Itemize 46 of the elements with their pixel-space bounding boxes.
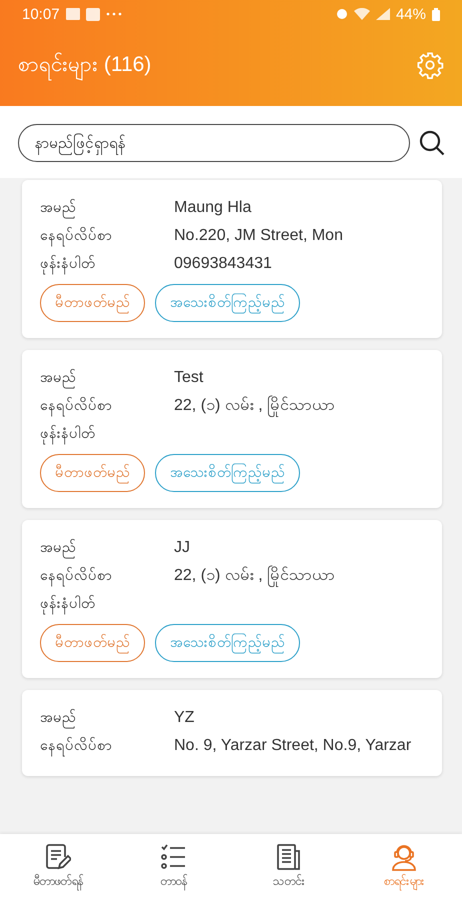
- field-value: 22, (၁) လမ်း , မြိုင်သာယာ: [174, 394, 336, 418]
- wifi-icon: [354, 8, 370, 20]
- field-label: နေရပ်လိပ်စာ: [40, 566, 174, 586]
- alarm-icon: [336, 8, 348, 20]
- notification-icon: [86, 8, 100, 20]
- newspaper-icon: [276, 843, 302, 871]
- search-icon[interactable]: [418, 129, 446, 157]
- search-field[interactable]: နာမည်ဖြင့်ရှာရန်: [18, 124, 410, 162]
- field-label: အမည်: [40, 538, 174, 558]
- image-icon: [66, 8, 80, 20]
- checklist-icon: [160, 843, 186, 871]
- battery-percent: 44%: [396, 6, 426, 22]
- page-title: စာရင်းများ (116): [18, 50, 152, 80]
- field-value: 09693843431: [174, 255, 272, 273]
- read-meter-button[interactable]: မီတာဖတ်မည်: [40, 284, 145, 322]
- nav-tab[interactable]: တာဝန်: [116, 834, 231, 900]
- field-label: နေရပ်လိပ်စာ: [40, 396, 174, 416]
- view-details-button[interactable]: အသေးစိတ်ကြည့်မည်: [155, 284, 300, 322]
- view-details-button[interactable]: အသေးစိတ်ကြည့်မည်: [155, 454, 300, 492]
- field-label: အမည်: [40, 708, 174, 728]
- field-value: 22, (၁) လမ်း , မြိုင်သာယာ: [174, 564, 336, 588]
- field-label: ဖုန်းနံပါတ်: [40, 424, 174, 444]
- field-label: ဖုန်းနံပါတ်: [40, 594, 174, 614]
- battery-icon: [432, 8, 440, 20]
- field-value: Maung Hla: [174, 199, 252, 217]
- nav-tab[interactable]: သတင်း: [231, 834, 346, 900]
- nav-tab[interactable]: စာရင်းများ: [346, 834, 462, 900]
- headset-person-icon: [390, 843, 418, 871]
- field-label: နေရပ်လိပ်စာ: [40, 226, 174, 246]
- read-meter-button[interactable]: မီတာဖတ်မည်: [40, 454, 145, 492]
- field-value: No. 9, Yarzar Street, No.9, Yarzar: [174, 737, 412, 755]
- view-details-button[interactable]: အသေးစိတ်ကြည့်မည်: [155, 624, 300, 662]
- field-label: နေရပ်လိပ်စာ: [40, 736, 174, 756]
- field-value: No.220, JM Street, Mon: [174, 227, 343, 245]
- field-label: အမည်: [40, 198, 174, 218]
- clock-time: 10:07: [22, 6, 60, 22]
- signal-icon: [376, 8, 390, 20]
- read-meter-button[interactable]: မီတာဖတ်မည်: [40, 624, 145, 662]
- nav-tab[interactable]: မီတာဖတ်ရန်: [0, 834, 116, 900]
- field-value: YZ: [174, 709, 194, 727]
- field-value: Test: [174, 369, 204, 387]
- more-icon: [106, 12, 122, 16]
- note-pencil-icon: [44, 843, 71, 871]
- field-value: JJ: [174, 539, 190, 557]
- field-label: ဖုန်းနံပါတ်: [40, 254, 174, 274]
- field-label: အမည်: [40, 368, 174, 388]
